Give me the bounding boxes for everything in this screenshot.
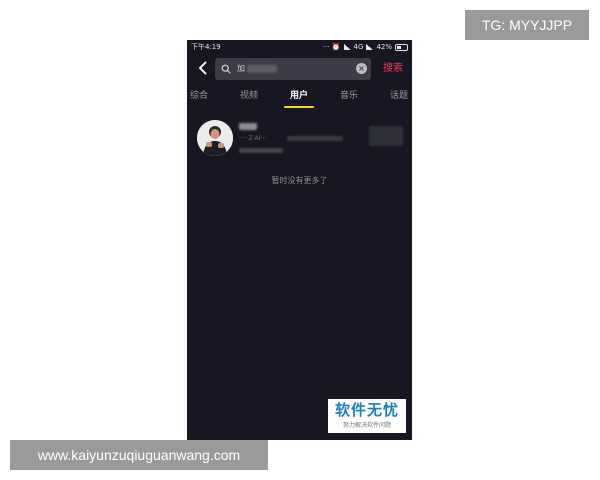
user-stats: ··· ·Z·AI··· xyxy=(239,135,267,142)
follow-button[interactable] xyxy=(369,126,403,146)
user-result-item[interactable]: ··· ·Z·AI··· xyxy=(187,120,412,160)
user-stats-blurred xyxy=(287,136,343,141)
brand-watermark-subtitle: 努力解决软件问题 xyxy=(342,422,391,429)
search-input[interactable]: 加 × xyxy=(215,58,371,80)
back-button[interactable] xyxy=(196,61,210,77)
bottom-left-watermark: www.kaiyunzuqiuguanwang.com xyxy=(10,440,268,470)
tab-users[interactable]: 用户 xyxy=(290,86,308,106)
status-indicators: ··· ⏰ xyxy=(322,43,341,51)
battery-percent: 42% xyxy=(376,43,392,51)
magnifier-icon xyxy=(221,64,231,74)
search-query: 加 xyxy=(237,64,245,73)
tab-topics[interactable]: 话题 xyxy=(390,86,408,106)
wifi-icon xyxy=(343,44,351,50)
no-more-results: 暂时没有更多了 xyxy=(271,176,328,185)
top-right-watermark: TG: MYYJJPP xyxy=(465,10,589,40)
avatar[interactable] xyxy=(197,120,233,156)
status-right: ··· ⏰ 4G 42% xyxy=(323,40,408,54)
phone-screen: 下午4:19 ··· ⏰ 4G 42% 加 × 搜索 综合 视频 用户 音乐 话… xyxy=(187,40,412,440)
network-type: 4G xyxy=(353,43,364,51)
result-tabs: 综合 视频 用户 音乐 话题 xyxy=(187,86,412,108)
brand-watermark: 软件无忧 努力解决软件问题 xyxy=(328,399,406,433)
tab-comprehensive[interactable]: 综合 xyxy=(190,86,208,106)
clear-x-icon[interactable]: × xyxy=(356,63,367,74)
signal-icon xyxy=(366,44,374,50)
tab-music[interactable]: 音乐 xyxy=(340,86,358,106)
search-bar: 加 × 搜索 xyxy=(187,56,412,82)
active-tab-indicator xyxy=(284,106,314,108)
user-signature-blurred xyxy=(239,148,283,153)
chevron-left-icon xyxy=(199,61,207,75)
search-submit-button[interactable]: 搜索 xyxy=(377,61,409,77)
tab-videos[interactable]: 视频 xyxy=(240,86,258,106)
avatar-photo xyxy=(197,120,233,156)
battery-icon xyxy=(395,43,408,51)
status-bar: 下午4:19 ··· ⏰ 4G 42% xyxy=(187,40,412,54)
status-time: 下午4:19 xyxy=(191,43,221,51)
username-blurred xyxy=(239,123,257,130)
search-query-blurred xyxy=(247,65,277,73)
brand-watermark-title: 软件无忧 xyxy=(334,401,399,419)
